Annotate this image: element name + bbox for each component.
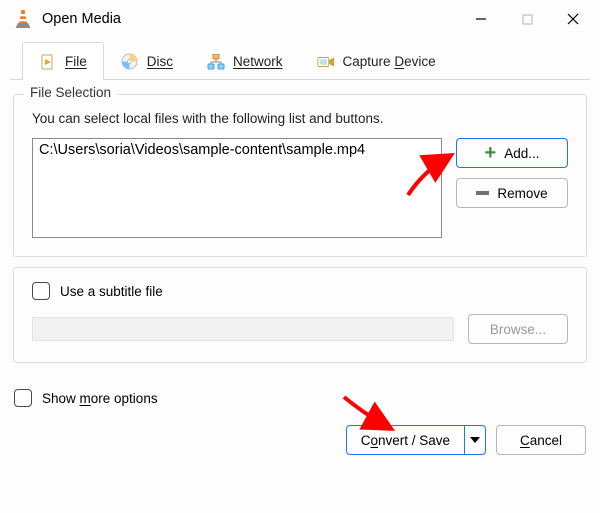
plus-icon: + — [485, 143, 497, 163]
minus-icon — [476, 191, 489, 195]
tab-capture[interactable]: Capture Device — [300, 42, 453, 80]
tabs: File Disc Networ — [10, 40, 590, 80]
checkbox-label: Use a subtitle file — [60, 284, 163, 299]
tab-network[interactable]: Network — [190, 42, 300, 80]
add-button[interactable]: + Add... — [456, 138, 568, 168]
subtitle-path-input — [32, 317, 454, 341]
convert-save-splitbutton[interactable]: Convert / Save — [346, 425, 486, 455]
file-icon — [39, 53, 57, 71]
minimize-button[interactable] — [458, 0, 504, 38]
file-selection-group: File Selection You can select local file… — [13, 94, 587, 257]
show-more-options-checkbox[interactable] — [14, 389, 32, 407]
maximize-button[interactable] — [504, 0, 550, 38]
file-list-item[interactable]: C:\Users\soria\Videos\sample-content\sam… — [39, 142, 435, 158]
tab-label: Network — [233, 54, 283, 69]
convert-save-dropdown[interactable] — [464, 425, 486, 455]
window-title: Open Media — [42, 11, 458, 27]
tab-disc[interactable]: Disc — [104, 42, 190, 80]
cancel-button[interactable]: Cancel — [496, 425, 586, 455]
subtitle-group: Use a subtitle file Browse... — [13, 267, 587, 363]
use-subtitle-checkbox[interactable] — [32, 282, 50, 300]
tab-file[interactable]: File — [22, 42, 104, 80]
convert-save-button[interactable]: Convert / Save — [346, 425, 464, 455]
group-legend: File Selection — [24, 85, 117, 100]
file-list[interactable]: C:\Users\soria\Videos\sample-content\sam… — [32, 138, 442, 238]
close-button[interactable] — [550, 0, 596, 38]
tab-label: File — [65, 54, 87, 69]
network-icon — [207, 53, 225, 71]
chevron-down-icon — [470, 437, 480, 443]
vlc-icon — [14, 10, 32, 28]
button-label: Browse... — [490, 322, 546, 337]
help-text: You can select local files with the foll… — [32, 111, 568, 126]
button-label: Remove — [497, 186, 547, 201]
disc-icon — [121, 53, 139, 71]
button-label: Cancel — [520, 433, 562, 448]
title-bar: Open Media — [0, 0, 600, 38]
button-label: Add... — [504, 146, 539, 161]
checkbox-label: Show more options — [42, 391, 158, 406]
button-label: Convert / Save — [361, 433, 450, 448]
capture-icon — [317, 53, 335, 71]
remove-button[interactable]: Remove — [456, 178, 568, 208]
tab-label: Disc — [147, 54, 173, 69]
browse-button: Browse... — [468, 314, 568, 344]
tab-label: Capture Device — [343, 54, 436, 69]
